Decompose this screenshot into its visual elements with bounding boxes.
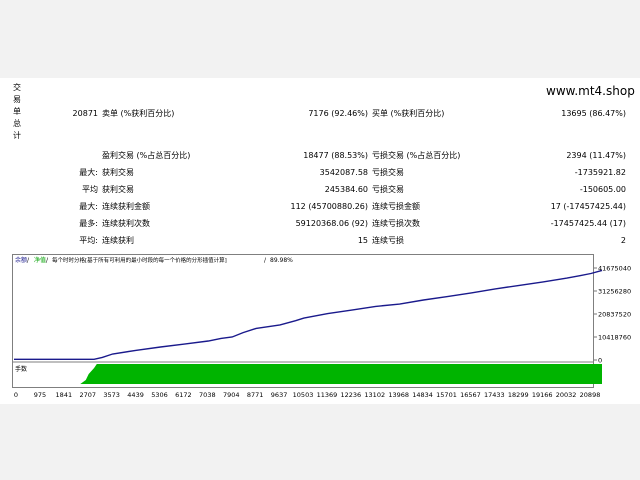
stat-label: 连续亏损次数: [372, 219, 420, 228]
x-tick-label: 5306: [151, 391, 168, 399]
stat-value: 2394 (11.47%): [566, 151, 626, 160]
side-label-char: 易: [13, 95, 21, 104]
x-tick-label: 17433: [484, 391, 505, 399]
x-tick-label: 3573: [103, 391, 120, 399]
x-tick-label: 7038: [199, 391, 216, 399]
lot-series-area: [14, 364, 602, 384]
y-tick-label: 0: [598, 357, 602, 365]
legend-sep-3: /: [264, 257, 267, 264]
x-tick-label: 13102: [364, 391, 385, 399]
x-tick-label: 14834: [412, 391, 433, 399]
stat-label: 亏损交易 (%占总百分比): [372, 151, 461, 160]
stat-label: 获利交易: [102, 185, 134, 194]
stat-label: 亏损交易: [372, 168, 404, 177]
legend-sep-2: /: [46, 257, 49, 264]
stat-value: 245384.60: [324, 185, 368, 194]
balance-series-line: [14, 269, 603, 361]
x-tick-label: 10503: [293, 391, 314, 399]
y-tick-label: 41675040: [598, 265, 631, 273]
stat-label: 最大:: [79, 168, 98, 177]
stat-value: 112 (45700880.26): [290, 202, 369, 211]
stat-label: 连续亏损金额: [372, 202, 420, 211]
stat-label: 连续亏损: [372, 236, 404, 245]
chart-caption: 每个时时分格[基于所有可利用的最小时段的每一个价格的分形插值计算]: [52, 256, 227, 264]
stat-value: 3542087.58: [319, 168, 368, 177]
x-tick-label: 11369: [317, 391, 338, 399]
stat-label: 最多:: [79, 219, 98, 228]
x-tick-label: 16567: [460, 391, 481, 399]
modeling-quality: 89.98%: [270, 257, 293, 264]
x-tick-label: 13968: [388, 391, 409, 399]
side-label-char: 交: [13, 83, 21, 92]
site-label: www.mt4.shop: [546, 84, 635, 98]
y-tick-label: 20837520: [598, 311, 631, 319]
stat-label: 获利交易: [102, 168, 134, 177]
x-tick-label: 1841: [56, 391, 73, 399]
legend-balance: 余额: [15, 256, 27, 264]
legend-equity: 净值: [34, 256, 46, 264]
stat-value: 17 (-17457425.44): [550, 202, 626, 211]
stat-label: 连续获利: [102, 236, 134, 245]
stat-value: 13695 (86.47%): [561, 109, 626, 118]
x-tick-label: 20898: [580, 391, 601, 399]
stat-value: 2: [620, 236, 626, 245]
stat-value: -1735921.82: [574, 168, 626, 177]
side-label-char: 总: [13, 119, 21, 128]
stat-label: 卖单 (%获利百分比): [102, 109, 175, 118]
y-tick-label: 10418760: [598, 334, 631, 342]
x-tick-label: 8771: [247, 391, 264, 399]
stat-label: 最大:: [79, 202, 98, 211]
stat-label: 买单 (%获利百分比): [372, 109, 445, 118]
side-label-char: 单: [13, 107, 21, 116]
stat-value: 59120368.06 (92): [295, 219, 368, 228]
legend-sep-1: /: [27, 257, 30, 264]
x-tick-label: 12236: [340, 391, 361, 399]
x-tick-label: 9637: [271, 391, 288, 399]
side-label-char: 计: [13, 131, 21, 140]
stat-value: 15: [357, 236, 368, 245]
stat-label: 盈利交易 (%占总百分比): [102, 151, 191, 160]
chart-frame: 41675040 31256280 20837520 10418760 0 0 975 18…: [12, 254, 631, 399]
x-tick-label: 18299: [508, 391, 529, 399]
stat-label: 20871: [72, 109, 98, 118]
side-label: 交 易 单 总 计: [12, 82, 22, 142]
stat-label: 连续获利次数: [102, 219, 150, 228]
stat-value: 7176 (92.46%): [308, 109, 368, 118]
stat-value: -17457425.44 (17): [550, 219, 626, 228]
stat-label: 亏损交易: [372, 185, 404, 194]
y-tick-label: 31256280: [598, 288, 631, 296]
x-tick-label: 0: [14, 391, 18, 399]
stat-label: 连续获利金额: [102, 202, 150, 211]
x-tick-label: 2707: [79, 391, 96, 399]
stat-value: -150605.00: [579, 185, 626, 194]
lot-label: 手数: [15, 365, 27, 373]
x-tick-label: 20032: [556, 391, 577, 399]
x-tick-label: 7904: [223, 391, 240, 399]
stat-label: 平均: [82, 185, 98, 194]
x-tick-label: 6172: [175, 391, 192, 399]
x-tick-label: 4439: [127, 391, 144, 399]
stat-label: 平均:: [79, 236, 98, 245]
x-tick-label: 975: [34, 391, 46, 399]
x-tick-label: 15701: [436, 391, 457, 399]
x-tick-label: 19166: [532, 391, 553, 399]
balance-chart: 41675040 31256280 20837520 10418760 0 0 975 18…: [12, 256, 631, 399]
stat-value: 18477 (88.53%): [303, 151, 368, 160]
